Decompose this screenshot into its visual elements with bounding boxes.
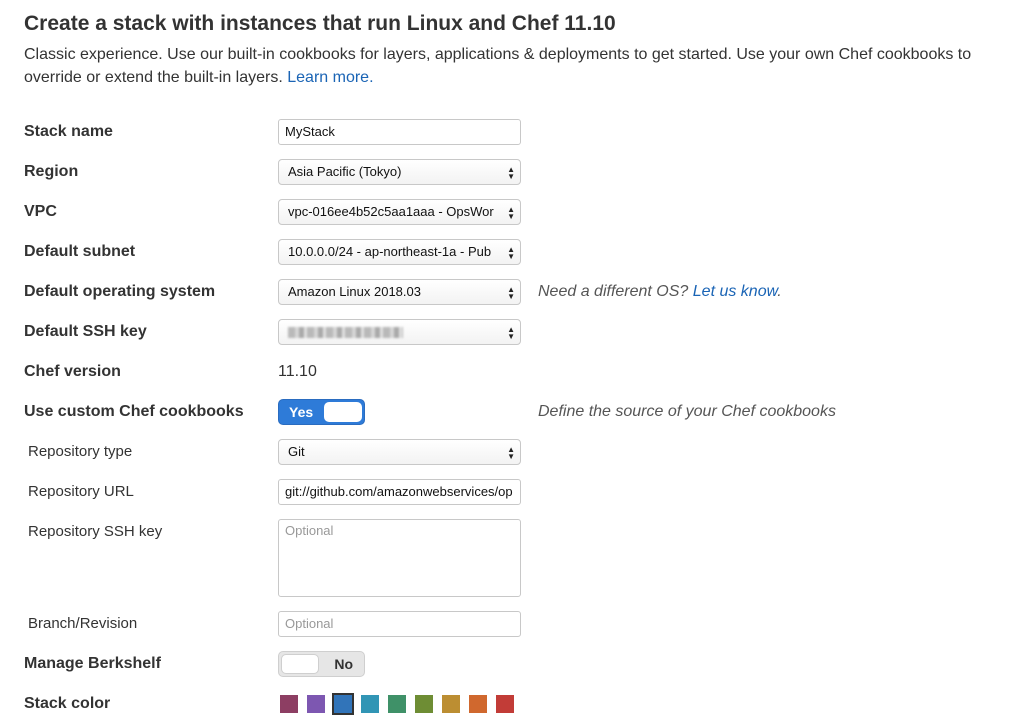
repository-ssh-key-textarea[interactable]: Optional xyxy=(278,519,521,597)
default-os-hint-suffix: . xyxy=(777,283,782,300)
default-subnet-label: Default subnet xyxy=(24,243,136,260)
color-swatch[interactable] xyxy=(388,695,406,713)
manage-berkshelf-label: Manage Berkshelf xyxy=(24,655,161,672)
toggle-label: Yes xyxy=(289,404,314,420)
color-swatch[interactable] xyxy=(307,695,325,713)
redacted-value xyxy=(288,327,403,338)
repository-url-label: Repository URL xyxy=(28,483,134,500)
page-description: Classic experience. Use our built-in coo… xyxy=(24,43,1014,89)
toggle-knob xyxy=(281,654,319,674)
region-label: Region xyxy=(24,163,79,180)
color-swatch[interactable] xyxy=(415,695,433,713)
updown-arrows-icon: ▲ ▼ xyxy=(507,245,515,261)
default-os-hint: Need a different OS? Let us know. xyxy=(538,279,782,305)
row-region: Region Asia Pacific (Tokyo) ▲ ▼ xyxy=(0,159,1024,199)
row-manage-berkshelf: Manage Berkshelf No xyxy=(0,651,1024,691)
default-os-select[interactable]: Amazon Linux 2018.03 ▲ ▼ xyxy=(278,279,521,305)
chef-version-value: 11.10 xyxy=(278,363,317,380)
branch-revision-input[interactable]: Optional xyxy=(278,611,521,637)
row-custom-cookbooks: Use custom Chef cookbooks Yes Define the… xyxy=(0,399,1024,439)
default-os-select-value: Amazon Linux 2018.03 xyxy=(288,284,421,299)
default-os-label: Default operating system xyxy=(24,283,216,300)
updown-arrows-icon: ▲ ▼ xyxy=(507,165,515,181)
default-subnet-select-value: 10.0.0.0/24 - ap-northeast-1a - Pub xyxy=(288,244,492,259)
row-default-ssh-key: Default SSH key ▲ ▼ xyxy=(0,319,1024,359)
row-repository-url: Repository URL git://github.com/amazonwe… xyxy=(0,479,1024,519)
updown-arrows-icon: ▲ ▼ xyxy=(507,445,515,461)
row-chef-version: Chef version 11.10 xyxy=(0,359,1024,399)
row-default-subnet: Default subnet 10.0.0.0/24 - ap-northeas… xyxy=(0,239,1024,279)
default-os-hint-text: Need a different OS? xyxy=(538,283,689,300)
row-repository-ssh-key: Repository SSH key Optional xyxy=(0,519,1024,609)
repository-url-input[interactable]: git://github.com/amazonwebservices/op xyxy=(278,479,521,505)
chef-version-label: Chef version xyxy=(24,363,121,380)
color-swatch[interactable] xyxy=(469,695,487,713)
manage-berkshelf-toggle[interactable]: No xyxy=(278,651,365,677)
repository-type-select-value: Git xyxy=(288,444,305,459)
updown-arrows-icon: ▲ ▼ xyxy=(507,205,515,221)
row-default-os: Default operating system Amazon Linux 20… xyxy=(0,279,1024,319)
color-swatch[interactable] xyxy=(361,695,379,713)
color-swatch[interactable] xyxy=(332,693,354,715)
toggle-knob xyxy=(324,402,362,422)
color-swatch[interactable] xyxy=(496,695,514,713)
updown-arrows-icon: ▲ ▼ xyxy=(507,325,515,341)
row-branch-revision: Branch/Revision Optional xyxy=(0,611,1024,651)
branch-revision-label: Branch/Revision xyxy=(28,615,138,632)
repository-ssh-key-label: Repository SSH key xyxy=(28,523,163,540)
region-select-value: Asia Pacific (Tokyo) xyxy=(288,164,402,179)
stack-name-input[interactable]: MyStack xyxy=(278,119,521,145)
default-ssh-key-select[interactable]: ▲ ▼ xyxy=(278,319,521,345)
let-us-know-link[interactable]: Let us know xyxy=(693,283,778,300)
vpc-select-value: vpc-016ee4b52c5aa1aaa - OpsWor xyxy=(288,204,494,219)
custom-cookbooks-label: Use custom Chef cookbooks xyxy=(24,403,244,420)
vpc-select[interactable]: vpc-016ee4b52c5aa1aaa - OpsWor ▲ ▼ xyxy=(278,199,521,225)
row-vpc: VPC vpc-016ee4b52c5aa1aaa - OpsWor ▲ ▼ xyxy=(0,199,1024,239)
row-repository-type: Repository type Git ▲ ▼ xyxy=(0,439,1024,479)
custom-cookbooks-toggle[interactable]: Yes xyxy=(278,399,365,425)
row-stack-color: Stack color xyxy=(0,691,1024,721)
row-stack-name: Stack name MyStack xyxy=(0,119,1024,159)
default-subnet-select[interactable]: 10.0.0.0/24 - ap-northeast-1a - Pub ▲ ▼ xyxy=(278,239,521,265)
stack-color-label: Stack color xyxy=(24,695,111,712)
create-stack-page: Create a stack with instances that run L… xyxy=(0,0,1024,725)
color-swatch[interactable] xyxy=(442,695,460,713)
stack-color-swatches xyxy=(278,691,514,715)
vpc-label: VPC xyxy=(24,203,57,220)
stack-name-label: Stack name xyxy=(24,123,113,140)
region-select[interactable]: Asia Pacific (Tokyo) ▲ ▼ xyxy=(278,159,521,185)
description-text: Classic experience. Use our built-in coo… xyxy=(24,46,972,86)
updown-arrows-icon: ▲ ▼ xyxy=(507,285,515,301)
toggle-label: No xyxy=(334,656,353,672)
repository-type-select[interactable]: Git ▲ ▼ xyxy=(278,439,521,465)
custom-cookbooks-hint: Define the source of your Chef cookbooks xyxy=(538,403,836,420)
repository-type-label: Repository type xyxy=(28,443,133,460)
color-swatch[interactable] xyxy=(280,695,298,713)
page-title: Create a stack with instances that run L… xyxy=(24,12,616,35)
learn-more-link[interactable]: Learn more. xyxy=(287,69,373,86)
default-ssh-key-label: Default SSH key xyxy=(24,323,147,340)
